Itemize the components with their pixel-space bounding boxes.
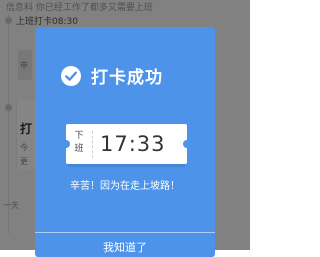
ticket-notch [183, 140, 191, 148]
dialog-header: 打卡成功 [61, 63, 163, 88]
check-circle-icon [61, 65, 81, 86]
time-ticket: 下班 17:33 [62, 124, 191, 164]
confirm-button[interactable]: 我知道了 [35, 233, 215, 257]
ticket-notch [62, 140, 70, 148]
dialog-message: 辛苦！因为在走上坡路！ [70, 181, 180, 192]
ticket-divider [92, 131, 93, 158]
ticket-shadow [68, 164, 185, 167]
punch-time: 17:33 [100, 132, 166, 156]
dialog-title: 打卡成功 [91, 68, 163, 88]
ticket-type-label: 下班 [74, 131, 84, 154]
punch-success-dialog: 打卡成功 下班 17:33 辛苦！因为在走上坡路！ 我知道了 [35, 27, 215, 257]
